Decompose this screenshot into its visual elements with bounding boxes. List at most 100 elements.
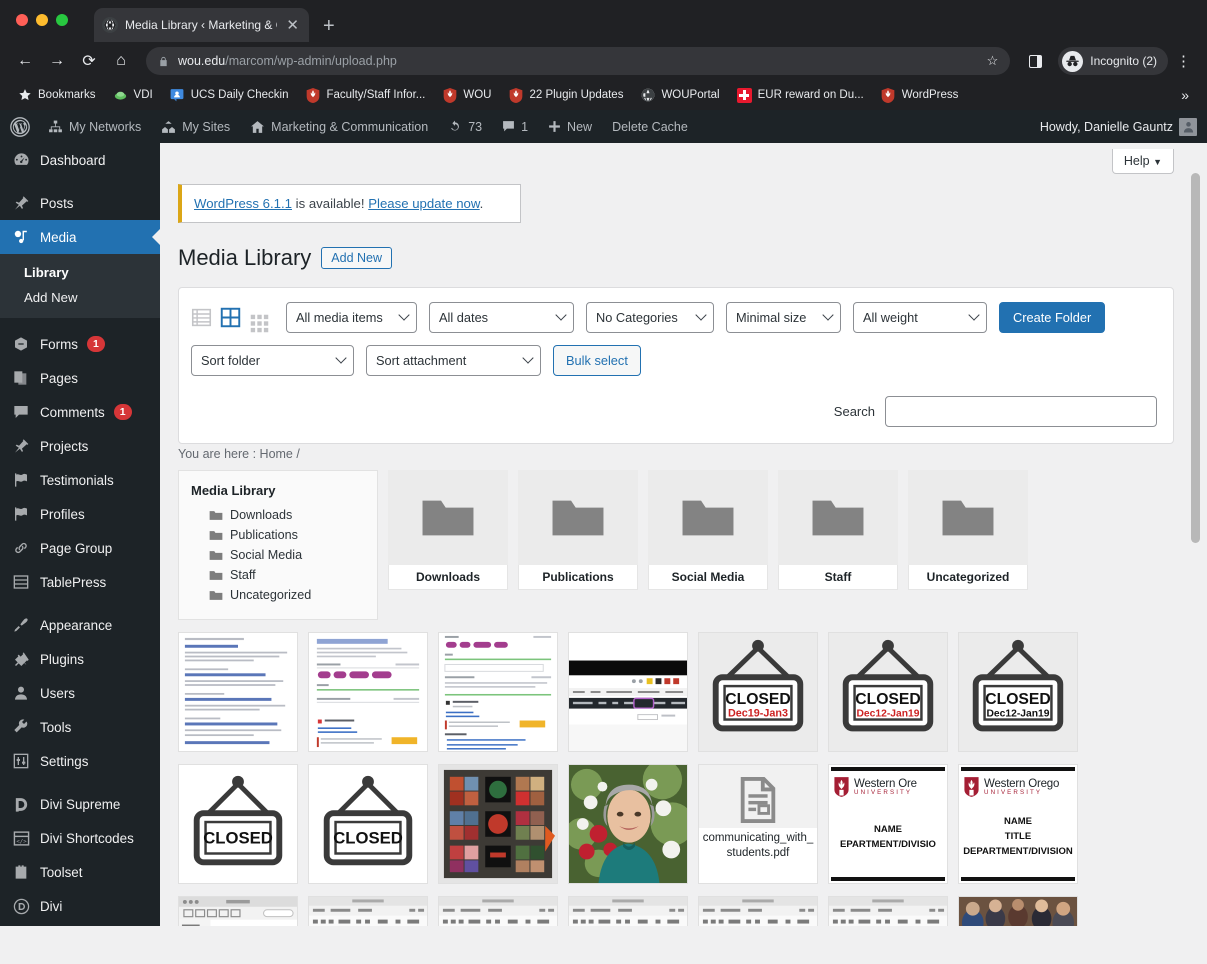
media-item-word-doc-screenshot-5[interactable] [828,896,948,926]
bookmark-item-eur-reward[interactable]: EUR reward on Du... [730,85,871,106]
folder-card-publications[interactable]: Publications [518,470,638,590]
sidebar-item-users[interactable]: Users [0,676,160,710]
folder-card-downloads[interactable]: Downloads [388,470,508,590]
filter-dates[interactable]: All dates [429,302,574,333]
sidebar-item-pages[interactable]: Pages [0,361,160,395]
sidebar-item-plugins[interactable]: Plugins [0,642,160,676]
bookmark-item-plugin-updates[interactable]: 22 Plugin Updates [501,85,630,106]
media-item-wou-name-card-wide[interactable]: Western Ore UNIVERSITY NAME EPARTMENT/DI… [828,764,948,884]
profile-chip[interactable]: Incognito (2) [1058,47,1168,75]
sort-folder-select[interactable]: Sort folder [191,345,354,376]
page-scrollbar[interactable] [1191,143,1203,926]
address-bar[interactable]: wou.edu/marcom/wp-admin/upload.php ☆ [146,47,1010,75]
media-item-classroom-photo[interactable] [958,896,1078,926]
media-item-word-doc-screenshot-2[interactable] [438,896,558,926]
home-icon[interactable]: ⌂ [106,46,136,76]
adminbar-item-comments[interactable]: 1 [492,110,538,143]
sidebar-item-page-group[interactable]: Page Group [0,531,160,565]
bookmark-item-wou[interactable]: WOU [435,85,498,106]
sidebar-item-appearance[interactable]: Appearance [0,608,160,642]
sidebar-item-library[interactable]: Library [0,260,160,285]
update-now-link[interactable]: Please update now [368,196,479,211]
side-panel-icon[interactable] [1020,46,1050,76]
filter-size[interactable]: Minimal size [726,302,841,333]
sidebar-item-add-new[interactable]: Add New [0,285,160,310]
media-item-finder-screenshot[interactable] [178,896,298,926]
search-input[interactable] [885,396,1157,427]
media-item-closed-dec19-jan3[interactable]: CLOSED Dec19-Jan3 [698,632,818,752]
wordpress-version-link[interactable]: WordPress 6.1.1 [194,196,292,211]
bookmarks-overflow-icon[interactable]: » [1173,87,1197,103]
media-item-seo-panel-screenshot[interactable] [438,632,558,752]
bulk-select-button[interactable]: Bulk select [553,345,641,376]
sidebar-item-divi-shortcodes[interactable]: </> Divi Shortcodes [0,821,160,855]
bookmark-item-faculty-staff[interactable]: Faculty/Staff Infor... [298,85,432,106]
adminbar-item-updates[interactable]: 73 [438,110,492,143]
tree-item-social-media[interactable]: Social Media [191,545,367,565]
media-item-admin-bar-screenshot[interactable] [568,632,688,752]
bookmark-item-wordpress[interactable]: WordPress [874,85,966,106]
browser-tab[interactable]: Media Library ‹ Marketing & Co ✕ [94,8,309,42]
folder-card-staff[interactable]: Staff [778,470,898,590]
media-item-instagram-collage[interactable] [438,764,558,884]
folder-card-uncategorized[interactable]: Uncategorized [908,470,1028,590]
sidebar-item-media[interactable]: Media [0,220,160,254]
bookmark-item-wouportal[interactable]: WOUPortal [633,85,726,106]
tree-item-uncategorized[interactable]: Uncategorized [191,585,367,605]
browser-menu-icon[interactable]: ⋮ [1170,52,1197,70]
sidebar-item-comments[interactable]: Comments 1 [0,395,160,429]
media-item-communication-studies-screenshot[interactable] [308,632,428,752]
close-icon[interactable]: ✕ [284,18,301,33]
sidebar-item-testimonials[interactable]: Testimonials [0,463,160,497]
media-item-word-doc-screenshot-1[interactable] [308,896,428,926]
bookmark-item-ucs-daily-checkin[interactable]: UCS Daily Checkin [163,85,296,106]
sidebar-item-dashboard[interactable]: Dashboard [0,143,160,177]
media-item-closed-plain-1[interactable]: CLOSED [178,764,298,884]
media-item-communicating-with-students-pdf[interactable]: communicating_with_students.pdf [698,764,818,884]
adminbar-item-my-sites[interactable]: My Sites [151,110,240,143]
add-new-button[interactable]: Add New [321,247,392,269]
help-button[interactable]: Help ▼ [1112,149,1174,174]
adminbar-item-site-name[interactable]: Marketing & Communication [240,110,438,143]
sidebar-item-divi-supreme[interactable]: Divi Supreme [0,787,160,821]
media-item-closed-dec12-jan19-red[interactable]: CLOSED Dec12-Jan19 [828,632,948,752]
sidebar-item-tools[interactable]: Tools [0,710,160,744]
tree-item-publications[interactable]: Publications [191,525,367,545]
filter-weight[interactable]: All weight [853,302,987,333]
media-item-word-doc-screenshot-3[interactable] [568,896,688,926]
media-item-staff-portrait[interactable] [568,764,688,884]
sidebar-item-profiles[interactable]: Profiles [0,497,160,531]
sidebar-item-tablepress[interactable]: TablePress [0,565,160,599]
filter-media-items[interactable]: All media items [286,302,417,333]
adminbar-item-my-networks[interactable]: My Networks [38,110,151,143]
folder-card-social-media[interactable]: Social Media [648,470,768,590]
sidebar-item-divi[interactable]: Divi [0,889,160,923]
new-tab-button[interactable]: + [323,16,335,36]
minimize-window-button[interactable] [36,14,48,26]
media-item-closed-plain-2[interactable]: CLOSED [308,764,428,884]
media-item-search-results-screenshot[interactable] [178,632,298,752]
tree-item-downloads[interactable]: Downloads [191,505,367,525]
bookmark-item-vdi[interactable]: VDI [106,85,160,106]
tree-item-staff[interactable]: Staff [191,565,367,585]
adminbar-item-new[interactable]: New [538,110,602,143]
filter-categories[interactable]: No Categories [586,302,714,333]
scrollbar-thumb[interactable] [1191,173,1200,543]
sort-attachment-select[interactable]: Sort attachment [366,345,541,376]
sidebar-item-forms[interactable]: Forms 1 [0,327,160,361]
dots-view-icon[interactable] [249,313,270,334]
media-item-closed-dec12-jan19-black[interactable]: CLOSED Dec12-Jan19 [958,632,1078,752]
forward-icon[interactable]: → [42,46,72,76]
adminbar-howdy[interactable]: Howdy, Danielle Gauntz [1030,110,1207,143]
reload-icon[interactable]: ⟳ [74,46,104,76]
sidebar-item-projects[interactable]: Projects [0,429,160,463]
sidebar-item-toolset[interactable]: Toolset [0,855,160,889]
sidebar-item-posts[interactable]: Posts [0,186,160,220]
maximize-window-button[interactable] [56,14,68,26]
wp-logo-icon[interactable] [0,110,38,143]
bookmark-item-bookmarks[interactable]: Bookmarks [10,85,103,106]
close-window-button[interactable] [16,14,28,26]
sidebar-item-metaslider-pro[interactable]: MetaSlider Pro [0,923,160,926]
list-view-icon[interactable] [191,307,212,328]
sidebar-item-settings[interactable]: Settings [0,744,160,778]
